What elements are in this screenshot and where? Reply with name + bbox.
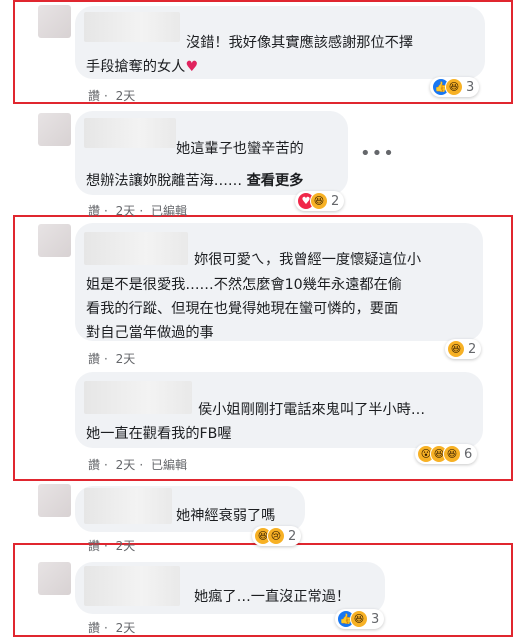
sad-icon: 😢 [267,527,285,545]
avatar[interactable] [38,113,71,146]
reaction-summary[interactable]: 😆 😢 2 [252,526,302,546]
heart-icon: ♥ [185,59,199,75]
like-link[interactable]: 讚 [88,352,100,366]
reaction-count: 3 [371,611,380,627]
haha-icon: 😆 [310,192,328,210]
comment-text: 對自己當年做過的事 [86,325,214,341]
comment-meta: 讚 · 2天 [88,621,136,635]
reaction-summary[interactable]: 👍 😆 3 [430,77,480,97]
timestamp[interactable]: 2天 [116,204,136,218]
haha-icon: 😆 [350,610,368,628]
comment-meta: 讚 · 2天 [88,352,136,366]
comment-text: 她神經衰弱了嗎 [176,508,276,524]
haha-icon: 😆 [443,445,461,463]
avatar[interactable] [38,562,71,595]
reaction-count: 2 [331,193,340,209]
comment-text: 手段搶奪的女人♥ [86,56,198,79]
like-link[interactable]: 讚 [88,458,100,472]
timestamp[interactable]: 2天 [116,458,136,472]
avatar[interactable] [38,224,71,257]
more-options-icon[interactable]: ••• [360,143,395,164]
reaction-summary[interactable]: 😮 😆 😆 6 [415,444,478,464]
reaction-summary[interactable]: ♥ 😆 2 [295,191,345,211]
like-link[interactable]: 讚 [88,621,100,635]
timestamp[interactable]: 2天 [116,352,136,366]
comment-text-line: 手段搶奪的女人 [86,59,186,75]
like-link[interactable]: 讚 [88,539,100,553]
comment-text: 姐是不是很愛我……不然怎麼會10幾年永遠都在偷 [86,277,402,293]
comment-text: 她一直在觀看我的FB喔 [86,426,232,442]
like-link[interactable]: 讚 [88,204,100,218]
reaction-count: 2 [288,528,297,544]
comment-meta: 讚 · 2天 [88,539,136,553]
redacted-username [84,488,172,524]
avatar[interactable] [38,5,71,38]
comment-text: 妳很可愛ㄟ，我曾經一度懷疑這位小 [194,252,422,268]
redacted-username [84,566,180,606]
reaction-count: 6 [464,446,473,462]
comment-text: 她瘋了…一直沒正常過！ [194,589,351,605]
redacted-username [84,381,192,414]
reaction-count: 3 [466,79,475,95]
timestamp[interactable]: 2天 [116,539,136,553]
haha-icon: 😆 [447,340,465,358]
comment-text: 沒錯！我好像其實應該感謝那位不擇 [186,35,414,51]
like-link[interactable]: 讚 [88,89,100,103]
reaction-summary[interactable]: 👍 😆 3 [335,609,385,629]
comment-text: 侯小姐剛剛打電話來鬼叫了半小時… [198,402,426,418]
comment-text: 想辦法讓妳脫離苦海…… 查看更多 [86,170,303,193]
comment-text-line: 想辦法讓妳脫離苦海…… [86,173,243,189]
reaction-summary[interactable]: 😆 2 [445,339,482,359]
timestamp[interactable]: 2天 [116,89,136,103]
comment-meta: 讚 · 2天 · 已編輯 [88,458,187,472]
redacted-username [84,118,176,148]
avatar[interactable] [38,484,71,517]
redacted-username [84,232,188,265]
comment-text: 看我的行蹤、但現在也覺得她現在蠻可憐的，要面 [86,301,399,317]
haha-icon: 😆 [445,78,463,96]
comment-meta: 讚 · 2天 [88,89,136,103]
redacted-username [84,12,180,42]
reaction-count: 2 [468,341,477,357]
see-more-link[interactable]: 查看更多 [247,173,304,189]
edited-label: 已編輯 [150,458,187,472]
edited-label: 已編輯 [150,204,187,218]
comment-meta: 讚 · 2天 · 已編輯 [88,204,187,218]
comment-text: 她這輩子也蠻辛苦的 [176,141,304,157]
timestamp[interactable]: 2天 [116,621,136,635]
